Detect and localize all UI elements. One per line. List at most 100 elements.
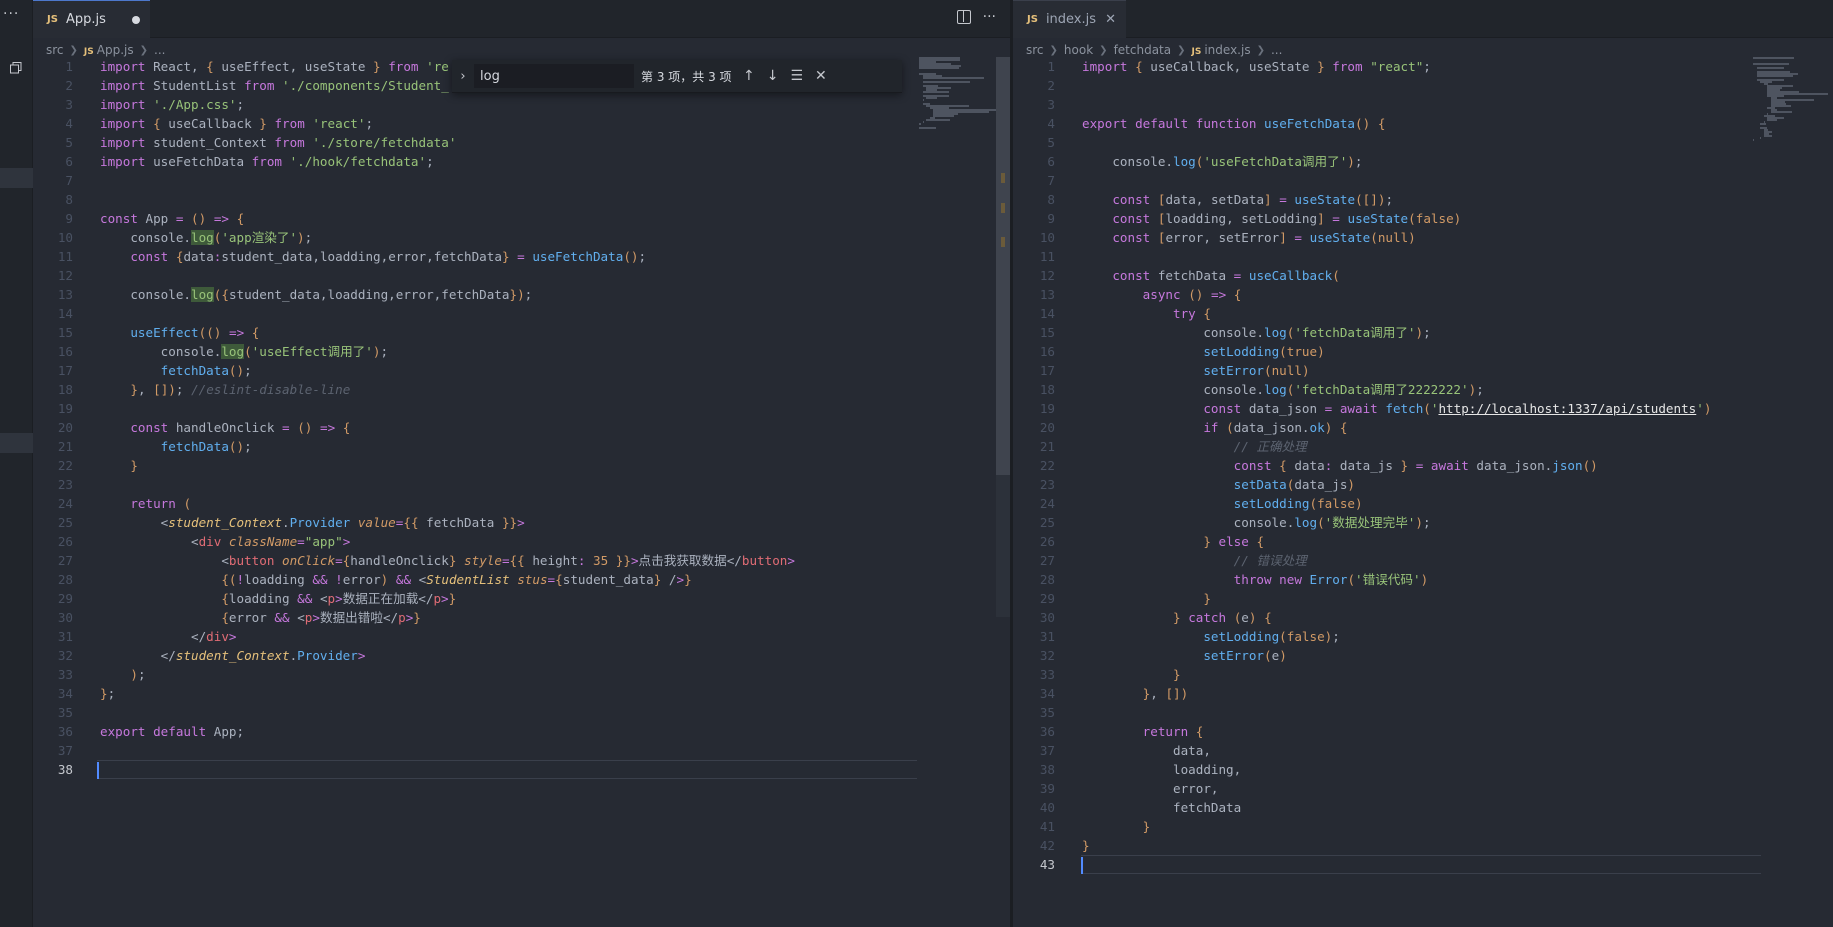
scrollbar[interactable] <box>996 57 1010 617</box>
chevron-right-icon: ❯ <box>1256 44 1265 56</box>
line-number: 18 <box>1039 382 1055 397</box>
chevron-right-icon: ❯ <box>139 44 148 56</box>
breadcrumb-item[interactable]: JS App.js <box>84 43 134 57</box>
more-actions-icon[interactable]: ··· <box>983 9 996 25</box>
copy-icon[interactable] <box>10 62 22 74</box>
code-text: export default App; <box>100 724 245 739</box>
breadcrumb-item[interactable]: JS index.js <box>1192 43 1251 57</box>
tab-label: App.js <box>65 12 106 27</box>
tab-index-js[interactable]: JS index.js ✕ <box>1013 0 1126 38</box>
line-number: 5 <box>1047 135 1055 150</box>
code-text: useEffect(() => { <box>130 325 260 340</box>
code-text: console.log({student_data,loadding,error… <box>100 287 533 302</box>
code-text: }; <box>100 686 116 701</box>
find-match-marker <box>1001 173 1005 183</box>
line-number: 7 <box>1047 173 1055 188</box>
code-text: import student_Context from './store/fet… <box>100 135 457 150</box>
line-number: 4 <box>65 116 73 131</box>
line-number: 2 <box>1047 78 1055 93</box>
line-number: 42 <box>1039 838 1055 853</box>
line-number: 40 <box>1039 800 1055 815</box>
code-text: setData(data_js) <box>1233 477 1355 492</box>
line-number: 17 <box>57 363 73 378</box>
code-text: }, []); //eslint-disable-line <box>130 382 351 397</box>
code-text: console.log('app渲染了'); <box>100 230 313 245</box>
code-text: {(!loadding && !error) && <StudentList s… <box>221 572 692 587</box>
code-text: error, <box>1082 781 1219 796</box>
line-number: 3 <box>65 97 73 112</box>
close-icon[interactable]: ✕ <box>1105 12 1116 27</box>
breadcrumb-item[interactable]: src <box>46 43 64 57</box>
code-text: const {data:student_data,loadding,error,… <box>130 249 647 264</box>
code-text: const data_json = await fetch('http://lo… <box>1203 401 1712 416</box>
code-text: {error && <p>数据出错啦</p>} <box>221 610 421 625</box>
line-number: 14 <box>57 306 73 321</box>
line-number: 30 <box>57 610 73 625</box>
line-number: 21 <box>1039 439 1055 454</box>
line-number: 6 <box>65 154 73 169</box>
code-text: export default function useFetchData() { <box>1082 116 1386 131</box>
breadcrumb-item[interactable]: hook <box>1064 43 1093 57</box>
close-icon[interactable]: ✕ <box>815 68 827 84</box>
find-navigation: ↑ ↓ ☰ ✕ <box>743 68 827 84</box>
find-input[interactable]: log <box>474 64 634 88</box>
line-number: 26 <box>57 534 73 549</box>
minimap-line <box>922 121 925 123</box>
line-number: 24 <box>57 496 73 511</box>
breadcrumb-item[interactable]: src <box>1026 43 1044 57</box>
code-text: const [loadding, setLodding] = useState(… <box>1112 211 1462 226</box>
line-number: 38 <box>57 762 73 777</box>
line-number: 13 <box>57 287 73 302</box>
breadcrumb-item[interactable]: fetchdata <box>1114 43 1172 57</box>
line-number: 22 <box>57 458 73 473</box>
breadcrumb-item[interactable]: ... <box>1271 43 1282 57</box>
javascript-file-icon: JS <box>1027 14 1038 25</box>
arrow-up-icon[interactable]: ↑ <box>743 68 755 84</box>
code-text: data, <box>1082 743 1211 758</box>
line-number: 41 <box>1039 819 1055 834</box>
code-text: </student_Context.Provider> <box>100 648 366 663</box>
line-number: 18 <box>57 382 73 397</box>
code-text: fetchData(); <box>160 439 252 454</box>
code-text: loadding, <box>1082 762 1242 777</box>
code-text: import './App.css'; <box>100 97 245 112</box>
code-text: setLodding(false); <box>1203 629 1340 644</box>
line-number: 5 <box>65 135 73 150</box>
minimap-line <box>1760 123 1766 125</box>
chevron-right-icon: ❯ <box>1099 44 1108 56</box>
line-number: 30 <box>1039 610 1055 625</box>
line-number: 10 <box>1039 230 1055 245</box>
minimap-line <box>1753 63 1789 65</box>
code-text: import { useCallback, useState } from "r… <box>1082 59 1431 74</box>
unsaved-dot-icon[interactable] <box>132 15 140 24</box>
find-in-selection-icon[interactable]: ☰ <box>790 68 803 84</box>
more-actions-icon[interactable]: ··· <box>3 6 19 22</box>
tab-app-js[interactable]: JS App.js <box>33 0 150 38</box>
scrollbar-thumb[interactable] <box>996 57 1010 475</box>
line-number: 13 <box>1039 287 1055 302</box>
chevron-right-icon: ❯ <box>69 44 78 56</box>
line-number: 25 <box>1039 515 1055 530</box>
line-number: 37 <box>1039 743 1055 758</box>
tab-label: index.js <box>1045 12 1097 27</box>
activity-marker <box>0 433 33 453</box>
text-cursor <box>1081 857 1083 874</box>
left-editor-pane: JS App.js ··· src ❯ JS App.js ❯ ... 1 impo… <box>33 0 1010 927</box>
minimap-line <box>1753 139 1754 141</box>
code-text: } <box>1142 819 1151 834</box>
breadcrumb-item[interactable]: ... <box>154 43 165 57</box>
code-text: console.log('数据处理完毕'); <box>1082 515 1431 530</box>
line-number: 43 <box>1039 857 1055 872</box>
line-number: 4 <box>1047 116 1055 131</box>
split-editor-icon[interactable] <box>956 10 971 24</box>
activity-marker <box>0 168 33 188</box>
code-text: <div className="app"> <box>100 534 351 549</box>
line-number: 19 <box>57 401 73 416</box>
toggle-replace-icon[interactable]: › <box>452 69 474 84</box>
line-number: 3 <box>1047 97 1055 112</box>
minimap[interactable] <box>1753 57 1833 141</box>
arrow-down-icon[interactable]: ↓ <box>767 68 779 84</box>
minimap-line <box>922 81 971 83</box>
code-text: import { useCallback } from 'react'; <box>100 116 374 131</box>
code-text: try { <box>1173 306 1211 321</box>
